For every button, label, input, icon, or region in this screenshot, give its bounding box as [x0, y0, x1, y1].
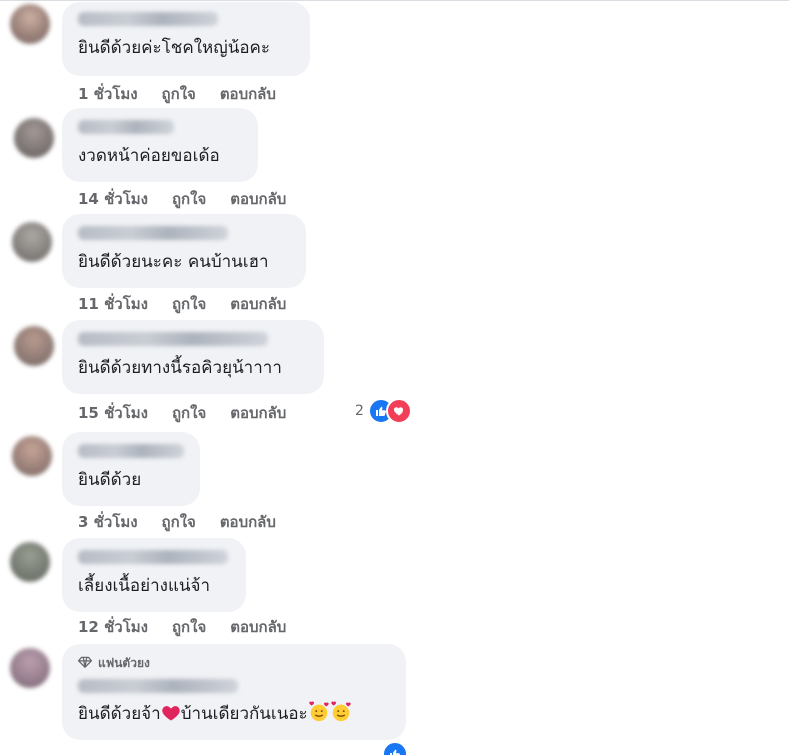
comment-bubble: ยินดีด้วยนะคะ คนบ้านเฮา: [62, 214, 306, 288]
avatar[interactable]: [14, 118, 54, 158]
comment-bubble: ยินดีด้วยค่ะโชคใหญ่น้อคะ: [62, 2, 310, 76]
avatar[interactable]: [12, 222, 52, 262]
reaction-count: 2: [355, 403, 364, 419]
comment-bubble: งวดหน้าค่อยขอเด้อ: [62, 108, 258, 182]
comment-bubble: เลี้ยงเนื้อย่างแน่จ้า: [62, 538, 246, 612]
reply-button[interactable]: ตอบกลับ: [230, 292, 286, 316]
commenter-name[interactable]: [78, 444, 184, 458]
comment-text: ยินดีด้วยค่ะโชคใหญ่น้อคะ: [78, 38, 271, 58]
top-divider: [0, 0, 789, 1]
like-button[interactable]: ถูกใจ: [172, 187, 206, 211]
comments-page: ยินดีด้วยค่ะโชคใหญ่น้อคะ 1 ชั่วโมง ถูกใจ…: [0, 0, 789, 755]
comment-actions: 12 ชั่วโมง ถูกใจ ตอบกลับ: [78, 615, 286, 639]
comment-bubble: แฟนตัวยง ยินดีด้วยจ้า บ้านเดียวกันเนอะ: [62, 644, 406, 740]
commenter-name[interactable]: [78, 12, 218, 26]
red-heart-icon: [161, 703, 181, 730]
commenter-name[interactable]: [78, 679, 238, 693]
comment-timestamp[interactable]: 3 ชั่วโมง: [78, 510, 138, 534]
love-icon: [385, 398, 412, 424]
diamond-icon: [77, 656, 93, 671]
reaction-summary[interactable]: 2: [355, 398, 412, 424]
fan-badge[interactable]: แฟนตัวยง: [77, 654, 390, 673]
comment-text: ยินดีด้วย: [78, 470, 142, 490]
comment-text: เลี้ยงเนื้อย่างแน่จ้า: [78, 576, 211, 596]
comment-actions: 11 ชั่วโมง ถูกใจ ตอบกลับ: [78, 292, 286, 316]
comment-bubble: ยินดีด้วยทางนี้รอคิวยุน้าาาา: [62, 320, 324, 394]
avatar[interactable]: [10, 648, 50, 688]
like-button[interactable]: ถูกใจ: [172, 401, 206, 425]
avatar[interactable]: [14, 326, 54, 366]
like-button[interactable]: ถูกใจ: [162, 510, 196, 534]
avatar[interactable]: [12, 436, 52, 476]
like-button[interactable]: ถูกใจ: [172, 615, 206, 639]
reply-button[interactable]: ตอบกลับ: [220, 510, 276, 534]
reply-button[interactable]: ตอบกลับ: [230, 187, 286, 211]
comment-text: ยินดีด้วยทางนี้รอคิวยุน้าาาา: [78, 358, 282, 378]
comment-bubble: ยินดีด้วย: [62, 432, 200, 506]
reply-button[interactable]: ตอบกลับ: [230, 401, 286, 425]
comment-timestamp[interactable]: 1 ชั่วโมง: [78, 82, 138, 106]
comment-timestamp[interactable]: 15 ชั่วโมง: [78, 401, 148, 425]
commenter-name[interactable]: [78, 550, 228, 564]
comment-text-part: บ้านเดียวกันเนอะ: [180, 704, 308, 724]
avatar[interactable]: [10, 4, 50, 44]
like-button[interactable]: ถูกใจ: [172, 292, 206, 316]
reply-button[interactable]: ตอบกลับ: [220, 82, 276, 106]
comment-actions: 1 ชั่วโมง ถูกใจ ตอบกลับ: [78, 82, 276, 106]
comment-text: ยินดีด้วยจ้า บ้านเดียวกันเนอะ: [78, 701, 390, 730]
comment-actions: 14 ชั่วโมง ถูกใจ ตอบกลับ: [78, 187, 286, 211]
like-button[interactable]: ถูกใจ: [162, 82, 196, 106]
comment-timestamp[interactable]: 12 ชั่วโมง: [78, 615, 148, 639]
fan-badge-label: แฟนตัวยง: [98, 656, 150, 670]
comment-actions: 15 ชั่วโมง ถูกใจ ตอบกลับ: [78, 401, 286, 425]
comment-text-part: ยินดีด้วยจ้า: [78, 704, 161, 724]
comment-text: ยินดีด้วยนะคะ คนบ้านเฮา: [78, 252, 269, 272]
comment-timestamp[interactable]: 11 ชั่วโมง: [78, 292, 148, 316]
comment-text: งวดหน้าค่อยขอเด้อ: [78, 146, 220, 166]
commenter-name[interactable]: [78, 120, 174, 134]
reply-button[interactable]: ตอบกลับ: [230, 615, 286, 639]
comment-timestamp[interactable]: 14 ชั่วโมง: [78, 187, 148, 211]
like-icon[interactable]: [382, 741, 408, 755]
smiling-face-hearts-icon: [330, 701, 352, 730]
commenter-name[interactable]: [78, 332, 268, 346]
commenter-name[interactable]: [78, 226, 228, 240]
smiling-face-hearts-icon: [308, 701, 330, 730]
avatar[interactable]: [10, 542, 50, 582]
comment-actions: 3 ชั่วโมง ถูกใจ ตอบกลับ: [78, 510, 276, 534]
